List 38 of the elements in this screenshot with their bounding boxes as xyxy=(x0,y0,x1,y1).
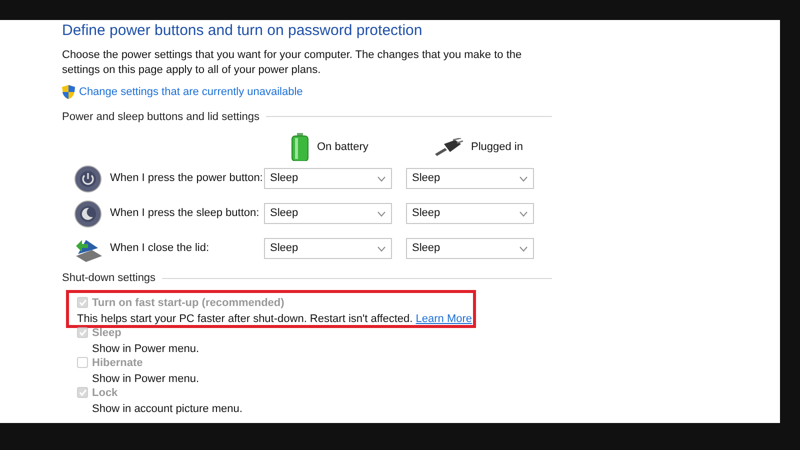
dropdown[interactable]: Sleep xyxy=(406,203,534,224)
chevron-icon xyxy=(377,246,386,252)
option-description: Show in account picture menu. xyxy=(91,402,244,417)
option-description: Show in Power menu. xyxy=(91,342,200,357)
chevron-icon xyxy=(519,176,528,182)
option-label: Sleep xyxy=(92,326,122,340)
power-icon xyxy=(74,164,102,192)
dropdown[interactable]: Sleep xyxy=(264,238,392,259)
dropdown[interactable]: Sleep xyxy=(406,238,534,259)
dropdown[interactable]: Sleep xyxy=(264,168,392,189)
dropdown[interactable]: Sleep xyxy=(406,168,534,189)
column-heading: Plugged in xyxy=(471,140,523,155)
option-label: Lock xyxy=(92,386,118,400)
section-heading: Shut-down settings xyxy=(62,271,156,286)
option-label: Turn on fast start-up (recommended) xyxy=(92,296,284,310)
check-icon xyxy=(78,388,86,396)
shield-icon xyxy=(62,85,75,100)
intro-text: Choose the power settings that you want for your computer. The changes that you make to the settings on this page apply to all of your power plans. xyxy=(62,48,523,78)
battery-icon xyxy=(291,133,309,161)
plug-icon xyxy=(433,138,463,156)
moon-icon xyxy=(74,200,102,228)
chevron-icon xyxy=(377,176,386,182)
chevron-icon xyxy=(519,246,528,252)
section-heading: Power and sleep buttons and lid settings xyxy=(62,110,260,124)
chevron-icon xyxy=(519,210,528,216)
option-description: This helps start your PC faster after shut-down. Restart isn't affected. Learn More xyxy=(77,312,474,327)
setting-label: When I press the sleep button: xyxy=(110,206,260,222)
check-icon xyxy=(78,328,86,336)
dropdown[interactable]: Sleep xyxy=(264,203,392,224)
setting-label: When I close the lid: xyxy=(110,241,210,256)
settings-link[interactable]: Change settings that are currently unavailable xyxy=(79,84,303,100)
option-label: Hibernate xyxy=(92,356,143,370)
setting-label: When I press the power button: xyxy=(110,171,264,186)
option-description: Show in Power menu. xyxy=(91,372,200,387)
column-heading: On battery xyxy=(317,140,368,155)
check-icon xyxy=(78,298,86,306)
page-title: Define power buttons and turn on password protection xyxy=(62,22,424,40)
chevron-icon xyxy=(377,210,386,216)
